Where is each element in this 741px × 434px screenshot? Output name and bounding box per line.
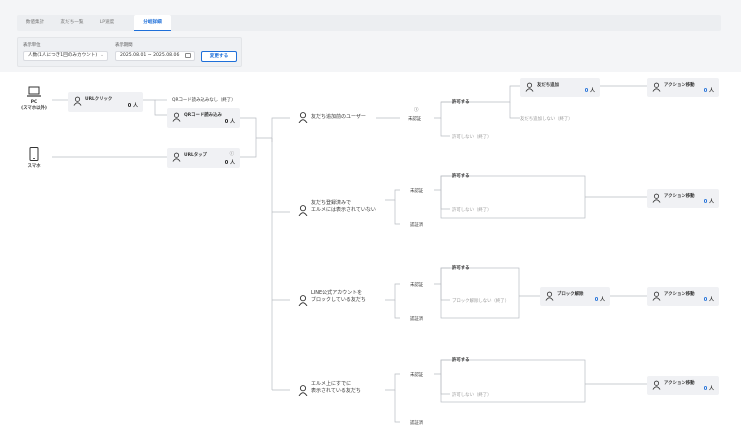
action-node-4[interactable]: アクション移動 0 人 xyxy=(647,376,719,395)
deny-end-label: 許可しない（終了） xyxy=(452,393,492,398)
person-icon xyxy=(652,380,661,390)
block-release-count: 0 人 xyxy=(594,297,605,303)
calendar-icon xyxy=(185,53,191,58)
connector-lines xyxy=(52,85,647,423)
person-icon xyxy=(545,291,554,301)
authed-label: 認証済 xyxy=(410,421,424,426)
laptop-icon xyxy=(27,86,41,97)
tab-bar: 数値集計 友だち一覧 LP速度 分岐詳細 xyxy=(17,15,721,31)
segment-blocked-friends: LINE公式アカウントを ブロックしている友だち xyxy=(311,290,366,303)
allow-label: 許可する xyxy=(452,266,470,271)
smartphone-label: スマホ xyxy=(27,164,41,169)
branch-flow-diagram: PC (スマホ以外) スマホ URLクリック 0 人 QRコード読み込みなし（終… xyxy=(0,72,741,434)
unauth-label: 未認証 xyxy=(410,373,424,378)
person-icon xyxy=(525,82,534,92)
person-icon xyxy=(298,205,308,216)
unauth-label: 未認証 xyxy=(410,189,424,194)
action-count: 0 人 xyxy=(703,199,714,205)
action-count: 0 人 xyxy=(703,386,714,392)
action-node-2[interactable]: アクション移動 0 人 xyxy=(647,189,719,208)
person-icon xyxy=(652,193,661,203)
tab-lp-speed[interactable]: LP速度 xyxy=(91,15,123,31)
authed-label: 認証済 xyxy=(410,223,424,228)
action-count: 0 人 xyxy=(703,88,714,94)
tab-summary[interactable]: 数値集計 xyxy=(17,15,53,31)
pc-device: PC (スマホ以外) xyxy=(18,86,50,111)
smartphone-device: スマホ xyxy=(20,147,48,169)
friend-add-label: 友だち追加 xyxy=(537,83,559,88)
qr-no-scan-end-label: QRコード読み込みなし（終了） xyxy=(172,98,236,103)
url-tap-label: URLタップ xyxy=(184,153,207,158)
smartphone-icon xyxy=(29,147,39,161)
unit-label: 表示単位 xyxy=(23,43,41,48)
block-release-node[interactable]: ブロック解除 0 人 xyxy=(540,287,610,306)
no-unblock-end-label: ブロック解除しない（終了） xyxy=(452,299,510,304)
qr-scan-label: QRコード読み込み xyxy=(184,113,222,118)
action-label: アクション移動 xyxy=(664,381,695,386)
url-click-label: URLクリック xyxy=(85,97,113,102)
allow-label: 許可する xyxy=(452,100,470,105)
deny-end-label: 許可しない（終了） xyxy=(452,135,492,140)
qr-scan-count: 0 人 xyxy=(224,119,235,125)
person-icon xyxy=(298,295,308,306)
segment-shown-friends: エルメ上にすでに 表示されている友だち xyxy=(311,381,361,394)
no-add-end-label: 友だち追加しない（終了） xyxy=(520,117,573,122)
action-label: アクション移動 xyxy=(664,292,695,297)
allow-label: 許可する xyxy=(452,358,470,363)
unauth-label: 未認証 xyxy=(408,117,422,122)
person-icon xyxy=(73,96,82,106)
period-date-picker[interactable]: 2025.08.01 ~ 2025.08.06 xyxy=(115,51,195,61)
filter-panel: 表示単位 人数(1人につき1回のみカウント) ⌄ 表示期間 2025.08.01… xyxy=(17,37,242,67)
unit-select-value: 人数(1人につき1回のみカウント) xyxy=(28,53,98,58)
person-icon xyxy=(172,152,181,162)
allow-label: 許可する xyxy=(452,174,470,179)
url-tap-node[interactable]: URLタップ ⓘ 0 人 xyxy=(167,148,240,168)
person-icon xyxy=(298,385,308,396)
person-icon xyxy=(652,291,661,301)
info-icon[interactable]: ⓘ xyxy=(414,107,418,113)
action-label: アクション移動 xyxy=(664,83,695,88)
qr-scan-node[interactable]: QRコード読み込み 0 人 xyxy=(167,108,240,128)
period-value: 2025.08.01 ~ 2025.08.06 xyxy=(120,53,180,58)
url-tap-count: 0 人 xyxy=(224,160,235,166)
info-icon[interactable]: ⓘ xyxy=(230,151,234,157)
friend-add-count: 0 人 xyxy=(584,88,595,94)
authed-label: 認証済 xyxy=(410,317,424,322)
action-node-3[interactable]: アクション移動 0 人 xyxy=(647,287,719,306)
tab-friends-list[interactable]: 友だち一覧 xyxy=(53,15,91,31)
url-click-node[interactable]: URLクリック 0 人 xyxy=(68,92,143,112)
person-icon xyxy=(652,82,661,92)
pc-sublabel: (スマホ以外) xyxy=(21,106,47,111)
segment-registered-not-shown: 友だち登録済みで エルメには表示されていない xyxy=(311,200,376,213)
block-release-label: ブロック解除 xyxy=(557,292,584,297)
person-icon xyxy=(172,112,181,122)
action-node-1[interactable]: アクション移動 0 人 xyxy=(647,78,719,97)
unit-select[interactable]: 人数(1人につき1回のみカウント) ⌄ xyxy=(23,51,108,61)
action-label: アクション移動 xyxy=(664,194,695,199)
chevron-down-icon: ⌄ xyxy=(100,53,104,58)
period-label: 表示期間 xyxy=(115,43,133,48)
tab-branch-detail[interactable]: 分岐詳細 xyxy=(134,15,171,31)
deny-end-label: 許可しない（終了） xyxy=(452,208,492,213)
person-icon xyxy=(298,112,308,123)
friend-add-node[interactable]: 友だち追加 0 人 xyxy=(520,78,600,97)
unauth-label: 未認証 xyxy=(410,283,424,288)
segment-pre-friend-users: 友だち追加前のユーザー xyxy=(311,114,366,120)
action-count: 0 人 xyxy=(703,297,714,303)
apply-button[interactable]: 変更する xyxy=(201,51,237,62)
url-click-count: 0 人 xyxy=(127,103,138,109)
